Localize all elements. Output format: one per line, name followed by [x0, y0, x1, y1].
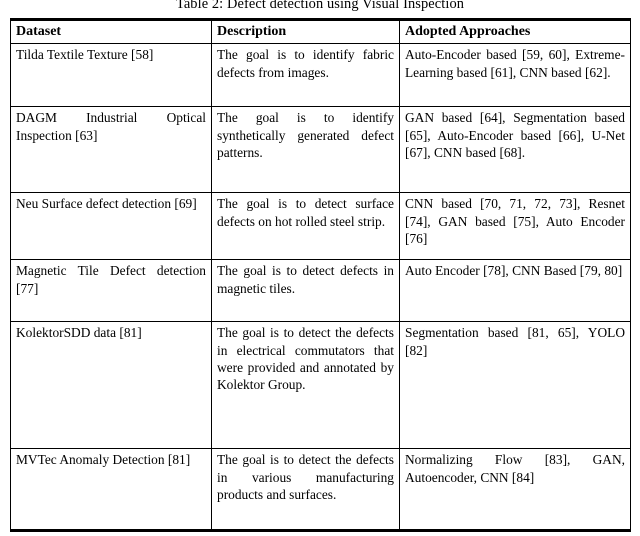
- cell-description: The goal is to detect the defects in var…: [211, 448, 400, 532]
- cell-approaches: Auto-Encoder based [59, 60], Extreme-Lea…: [399, 43, 631, 108]
- cell-dataset: Magnetic Tile Defect detection [77]: [10, 259, 212, 323]
- cell-dataset: DAGM Industrial Optical Inspection [63]: [10, 106, 212, 194]
- cell-approaches: CNN based [70, 71, 72, 73], Resnet [74],…: [399, 192, 631, 261]
- column-header-dataset: Dataset: [10, 18, 212, 45]
- table-header: Dataset Description Adopted Approaches: [10, 18, 631, 45]
- table-row: MVTec Anomaly Detection [81] The goal is…: [10, 448, 631, 532]
- table-caption: Table 2: Defect detection using Visual I…: [175, 0, 465, 12]
- cell-description: The goal is to identify fabric defects f…: [211, 43, 400, 108]
- table-caption-container: Table 2: Defect detection using Visual I…: [0, 0, 640, 14]
- defect-detection-table-wrapper: Dataset Description Adopted Approaches T…: [10, 18, 631, 533]
- cell-approaches: GAN based [64], Segmentation based [65],…: [399, 106, 631, 194]
- table-header-row: Dataset Description Adopted Approaches: [10, 18, 631, 45]
- table-row: DAGM Industrial Optical Inspection [63] …: [10, 106, 631, 194]
- table-row: Neu Surface defect detection [69] The go…: [10, 192, 631, 261]
- cell-approaches: Auto Encoder [78], CNN Based [79, 80]: [399, 259, 631, 323]
- cell-approaches: Segmentation based [81, 65], YOLO [82]: [399, 321, 631, 450]
- cell-description: The goal is to detect defects in magneti…: [211, 259, 400, 323]
- table-row: Tilda Textile Texture [58] The goal is t…: [10, 43, 631, 108]
- column-header-description: Description: [211, 18, 400, 45]
- cell-description: The goal is to detect surface defects on…: [211, 192, 400, 261]
- column-header-approaches: Adopted Approaches: [399, 18, 631, 45]
- cell-dataset: Tilda Textile Texture [58]: [10, 43, 212, 108]
- cell-description: The goal is to identify synthetically ge…: [211, 106, 400, 194]
- cell-dataset: MVTec Anomaly Detection [81]: [10, 448, 212, 532]
- defect-detection-table: Dataset Description Adopted Approaches T…: [10, 18, 631, 533]
- cell-dataset: Neu Surface defect detection [69]: [10, 192, 212, 261]
- table-row: Magnetic Tile Defect detection [77] The …: [10, 259, 631, 323]
- cell-dataset: KolektorSDD data [81]: [10, 321, 212, 450]
- table-body: Tilda Textile Texture [58] The goal is t…: [10, 43, 631, 532]
- table-page: Table 2: Defect detection using Visual I…: [0, 0, 640, 536]
- cell-description: The goal is to detect the defects in ele…: [211, 321, 400, 450]
- table-row: KolektorSDD data [81] The goal is to det…: [10, 321, 631, 450]
- cell-approaches: Normalizing Flow [83], GAN, Autoencoder,…: [399, 448, 631, 532]
